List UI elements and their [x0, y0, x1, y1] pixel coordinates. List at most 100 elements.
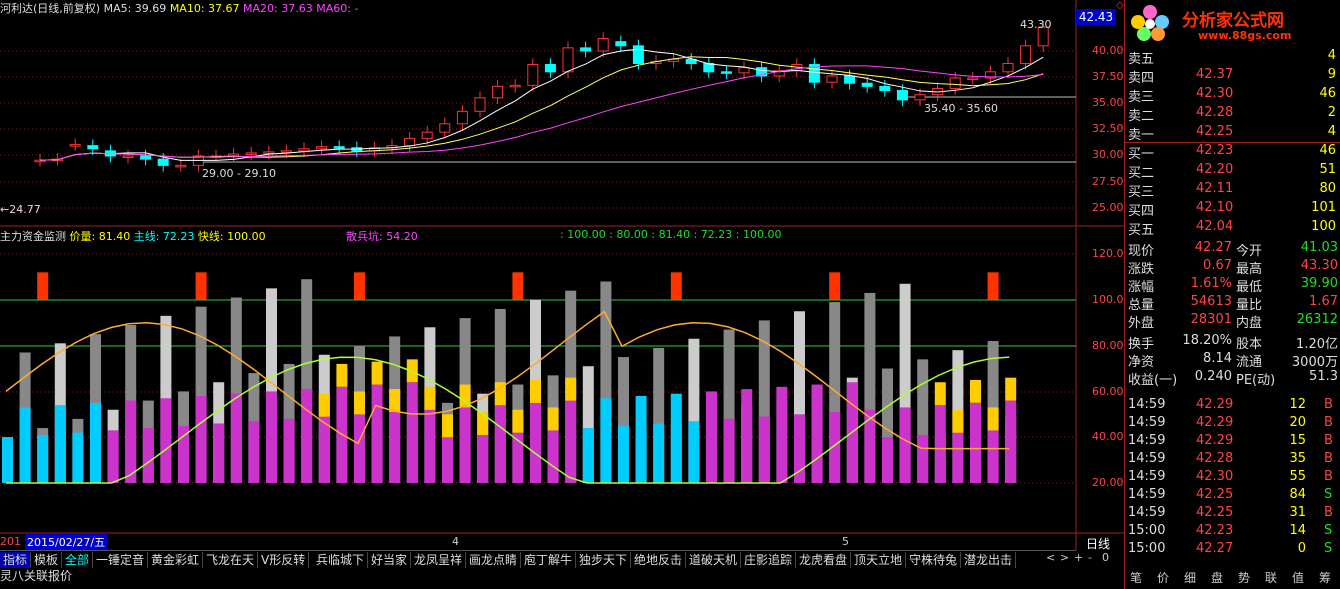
tab-16[interactable]: 龙虎看盘: [796, 552, 852, 568]
row2-tab-2[interactable]: 关联报价: [24, 568, 72, 584]
trade-row: 14:59 42.29 20 B: [1128, 415, 1338, 433]
stat-value: 54613: [1190, 294, 1232, 309]
tab-10[interactable]: 画龙点睛: [466, 552, 522, 568]
trade-row: 15:00 42.23 14 S: [1128, 523, 1338, 541]
tab-2[interactable]: 全部: [62, 552, 94, 568]
sell-row: 卖一 42.25 4: [1128, 124, 1338, 143]
stat-label: 流通: [1236, 355, 1263, 370]
ma-line: [39, 48, 1044, 161]
indicator-bar-color: [142, 428, 154, 483]
trade-time: 14:59: [1128, 469, 1166, 484]
flower-logo-icon: [1131, 5, 1169, 41]
indicator-bar-color: [2, 437, 13, 483]
indicator-bar-yellow: [442, 414, 453, 438]
tab-11[interactable]: 庖丁解牛: [521, 552, 577, 568]
logo-url: www.88gs.com: [1198, 29, 1292, 42]
right-tab-7[interactable]: 筹: [1319, 569, 1331, 587]
book-price: 42.20: [1196, 162, 1234, 177]
price-axis-label: 37.50: [1092, 70, 1124, 83]
stat-row: 涨跌 0.67 最高 43.30: [1128, 258, 1338, 277]
tab-15[interactable]: 庄影追踪: [741, 552, 797, 568]
tab-0[interactable]: 指标: [0, 552, 32, 568]
trade-row: 15:00 42.27 0 S: [1128, 541, 1338, 559]
right-tab-3[interactable]: 盘: [1211, 569, 1223, 587]
indicator-bar-yellow: [371, 361, 383, 385]
book-volume: 46: [1319, 86, 1336, 101]
indicator-bar-color: [371, 384, 383, 483]
trade-row: 14:59 42.25 31 B: [1128, 505, 1338, 523]
nav-button[interactable]: <: [1046, 551, 1055, 564]
book-volume: 80: [1319, 181, 1336, 196]
candle-body: [914, 94, 926, 101]
trade-volume: 31: [1289, 505, 1306, 520]
indicator-bar-yellow: [318, 393, 330, 417]
right-tab-1[interactable]: 价: [1157, 569, 1169, 587]
tab-4[interactable]: 黄金彩虹: [148, 552, 204, 568]
trade-price: 42.25: [1196, 505, 1234, 520]
tab-1[interactable]: 模板: [31, 552, 63, 568]
indicator-bar-color: [90, 402, 101, 483]
tab-13[interactable]: 绝地反击: [631, 552, 687, 568]
right-tab-5[interactable]: 联: [1265, 569, 1277, 587]
tab-19[interactable]: 潜龙出击: [961, 552, 1017, 568]
tab-18[interactable]: 守株待兔: [906, 552, 962, 568]
indicator-bar-color: [318, 416, 330, 483]
price-header: 河利达(日线,前复权) MA5: 39.69 MA10: 37.67 MA20:…: [0, 0, 358, 16]
sell-row: 卖二 42.28 2: [1128, 105, 1338, 124]
candle-body: [861, 82, 873, 87]
row2-tab-1[interactable]: 灵八: [0, 568, 24, 584]
trade-volume: 14: [1289, 523, 1306, 538]
indicator-bar-color: [899, 407, 911, 483]
indicator-peak-bar: [829, 272, 841, 300]
book-volume: 101: [1311, 200, 1336, 215]
main-line-label: 主线: 72.23: [133, 230, 195, 243]
chart-area[interactable]: [0, 0, 1124, 589]
indicator-bar-color: [54, 405, 66, 483]
candle-body: [263, 151, 275, 154]
nav-button[interactable]: >: [1060, 551, 1069, 564]
book-volume: 46: [1319, 143, 1336, 158]
nav-button[interactable]: +: [1074, 551, 1083, 564]
book-volume: 4: [1327, 48, 1336, 63]
book-price: 42.04: [1196, 219, 1234, 234]
indicator-peak-bar: [670, 272, 682, 300]
indicator-bar-color: [213, 423, 225, 483]
tab-6[interactable]: V形反转: [258, 552, 310, 568]
nav-button[interactable]: -: [1088, 551, 1092, 564]
book-volume: 9: [1327, 67, 1336, 82]
nav-button[interactable]: 0: [1102, 551, 1109, 564]
book-label: 卖一: [1128, 128, 1155, 143]
tab-17[interactable]: 顶天立地: [851, 552, 907, 568]
indicator-bar-yellow: [424, 386, 436, 410]
trade-price: 42.28: [1196, 451, 1234, 466]
tab-3[interactable]: 一锤定音: [93, 552, 149, 568]
tab-14[interactable]: 道破天机: [686, 552, 742, 568]
right-tab-2[interactable]: 细: [1184, 569, 1196, 587]
candle-body: [544, 64, 556, 73]
stat-label: 涨跌: [1128, 262, 1155, 277]
right-tab-0[interactable]: 笔: [1130, 569, 1142, 587]
date-cursor: 2015/02/27/五: [25, 534, 108, 550]
indicator-bar-color: [72, 432, 84, 483]
stat-value: 1.67: [1309, 294, 1338, 309]
tab-12[interactable]: 独步天下: [576, 552, 632, 568]
trade-side: B: [1324, 433, 1333, 448]
tab-5[interactable]: 飞龙在天: [203, 552, 259, 568]
tab-9[interactable]: 龙凤呈祥: [411, 552, 467, 568]
book-label: 卖三: [1128, 90, 1155, 105]
indicator-bars: [2, 272, 1017, 483]
indicator-axis-label: 40.00: [1092, 430, 1124, 443]
price-axis-label: 40.00: [1092, 44, 1124, 57]
candle-body: [580, 47, 592, 52]
right-tab-6[interactable]: 值: [1292, 569, 1304, 587]
tab-8[interactable]: 好当家: [368, 552, 412, 568]
indicator-bar-color: [266, 391, 277, 483]
right-tab-4[interactable]: 势: [1238, 569, 1250, 587]
candle-body: [879, 85, 891, 92]
stat-value: 26312: [1296, 312, 1338, 327]
stat-row: 外盘 28301 内盘 26312: [1128, 312, 1338, 331]
candle-body: [140, 155, 152, 160]
stat-label: 股本: [1236, 337, 1263, 352]
candle-body: [615, 41, 627, 47]
tab-7[interactable]: 兵临城下: [313, 552, 369, 568]
